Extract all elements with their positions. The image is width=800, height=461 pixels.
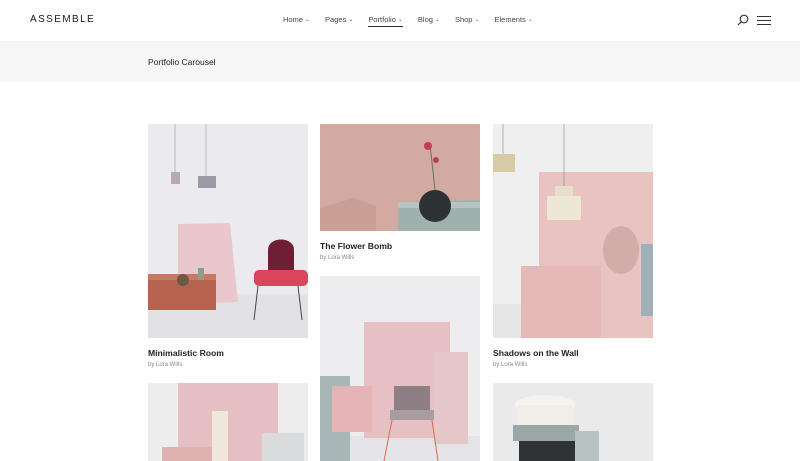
chevron-down-icon: ⌄: [474, 17, 480, 23]
nav-item-shop[interactable]: Shop ⌄: [455, 15, 480, 24]
portfolio-author: by Lora Wills: [320, 255, 355, 261]
main-nav: Home ⌄ Pages ⌄ Portfolio ⌄ Blog ⌄ Shop ⌄ Elem…: [283, 15, 548, 27]
portfolio-author: by Lora Wills: [493, 362, 528, 368]
chevron-down-icon: ⌄: [434, 17, 440, 23]
chevron-down-icon: ⌄: [305, 17, 311, 23]
nav-item-label: Home: [283, 15, 304, 24]
portfolio-title[interactable]: Shadows on the Wall: [493, 348, 579, 358]
search-icon[interactable]: [737, 14, 749, 26]
site-header: ASSEMBLE Home ⌄ Pages ⌄ Portfolio ⌄ Blog ⌄ S…: [0, 0, 800, 41]
nav-item-label: Shop: [454, 15, 473, 24]
nav-item-portfolio[interactable]: Portfolio ⌄: [368, 15, 403, 27]
hamburger-menu-icon[interactable]: [757, 16, 771, 26]
nav-item-label: Blog: [417, 15, 433, 24]
portfolio-image-shadows-on-the-wall[interactable]: [493, 124, 653, 338]
nav-item-pages[interactable]: Pages ⌄: [325, 15, 353, 24]
nav-item-home[interactable]: Home ⌄: [283, 15, 310, 24]
page-title-bar: Portfolio Carousel: [0, 41, 800, 82]
portfolio-image-pink-panels[interactable]: [148, 383, 308, 461]
nav-item-label: Elements: [494, 15, 526, 24]
portfolio-image-the-flower-bomb[interactable]: [320, 124, 480, 231]
brand-logo[interactable]: ASSEMBLE: [30, 14, 95, 25]
nav-item-blog[interactable]: Blog ⌄: [418, 15, 440, 24]
portfolio-image-bowls[interactable]: [493, 383, 653, 461]
portfolio-image-minimalistic-room[interactable]: [148, 124, 308, 338]
chevron-down-icon: ⌄: [397, 17, 403, 23]
nav-item-elements[interactable]: Elements ⌄: [495, 15, 533, 24]
nav-item-label: Portfolio: [368, 15, 396, 24]
portfolio-title[interactable]: The Flower Bomb: [320, 241, 392, 251]
portfolio-author: by Lora Wills: [148, 362, 183, 368]
portfolio-image-pink-chair[interactable]: [320, 276, 480, 461]
chevron-down-icon: ⌄: [348, 17, 354, 23]
portfolio-title[interactable]: Minimalistic Room: [148, 348, 224, 358]
page-title: Portfolio Carousel: [148, 57, 216, 67]
chevron-down-icon: ⌄: [527, 17, 533, 23]
nav-item-label: Pages: [325, 15, 347, 24]
